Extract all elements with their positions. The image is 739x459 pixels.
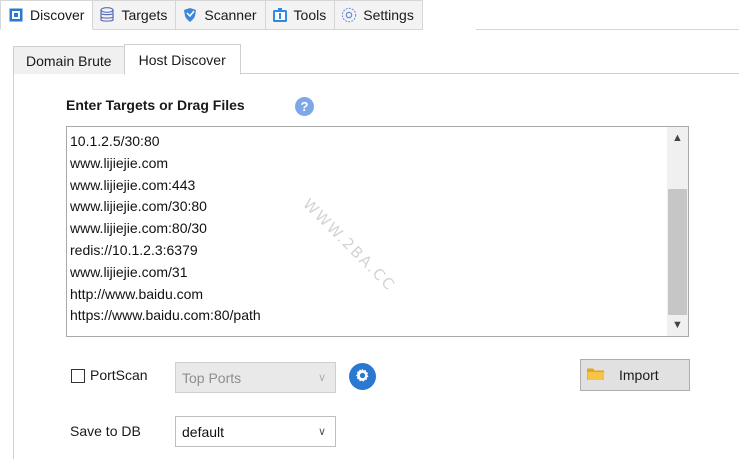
- tab-targets[interactable]: Targets: [93, 0, 177, 30]
- targets-textarea[interactable]: 10.1.2.5/30:80 www.lijiejie.com www.liji…: [66, 126, 689, 337]
- tab-bar-divider: [476, 29, 739, 30]
- import-label: Import: [619, 367, 659, 383]
- target-line: www.lijiejie.com:443: [70, 176, 196, 193]
- discover-square-icon: [8, 7, 24, 23]
- ports-select[interactable]: Top Ports ∨: [175, 362, 336, 393]
- tab-discover-label: Discover: [30, 7, 85, 23]
- tab-scanner[interactable]: Scanner: [176, 0, 266, 30]
- ports-select-value: Top Ports: [182, 369, 242, 386]
- toolbox-icon: [272, 7, 288, 23]
- tab-targets-label: Targets: [121, 7, 168, 23]
- database-icon: [99, 7, 115, 23]
- shield-icon: [182, 7, 198, 23]
- target-line: www.lijiejie.com/30:80: [70, 198, 207, 215]
- scrollbar-thumb[interactable]: [668, 189, 687, 315]
- target-line: 10.1.2.5/30:80: [70, 133, 160, 149]
- sub-tab-bar: Domain Brute Host Discover: [13, 44, 241, 75]
- vertical-scrollbar[interactable]: ▲ ▼: [667, 127, 688, 336]
- tab-tools-label: Tools: [293, 7, 327, 23]
- targets-heading: Enter Targets or Drag Files: [66, 97, 245, 113]
- portscan-checkbox[interactable]: [71, 369, 85, 383]
- chevron-down-icon: ∨: [317, 372, 326, 384]
- tab-discover[interactable]: Discover: [0, 0, 94, 30]
- gear-icon: [355, 368, 370, 386]
- tab-settings-label: Settings: [363, 7, 414, 23]
- help-glyph: ?: [300, 99, 309, 114]
- target-line: redis://10.1.2.3:6379: [70, 241, 198, 258]
- targets-list: 10.1.2.5/30:80 www.lijiejie.com www.liji…: [70, 131, 261, 327]
- chevron-down-icon: ∨: [317, 426, 326, 438]
- tab-host-discover[interactable]: Host Discover: [123, 44, 241, 75]
- db-select[interactable]: default ∨: [175, 416, 336, 447]
- folder-icon: [587, 367, 605, 384]
- target-line: www.lijiejie.com: [70, 154, 169, 171]
- tab-tools[interactable]: Tools: [265, 0, 336, 30]
- target-line: www.lijiejie.com/31: [70, 263, 188, 280]
- settings-gear-icon: [341, 7, 357, 23]
- target-line: www.lijiejie.com:80/30: [70, 220, 207, 237]
- save-to-db-label: Save to DB: [70, 423, 141, 439]
- tab-domain-brute[interactable]: Domain Brute: [13, 46, 125, 74]
- tab-domain-brute-label: Domain Brute: [26, 52, 112, 69]
- tab-scanner-label: Scanner: [204, 7, 257, 23]
- target-line: https://www.baidu.com:80/path: [70, 307, 261, 324]
- db-select-value: default: [182, 423, 225, 440]
- tab-settings[interactable]: Settings: [335, 0, 423, 30]
- tab-host-discover-label: Host Discover: [138, 51, 226, 68]
- import-button[interactable]: Import: [580, 359, 690, 391]
- main-tab-bar: Discover Targets Scanner Tools Settings: [0, 0, 423, 30]
- scroll-up-arrow-icon[interactable]: ▲: [667, 129, 688, 147]
- portscan-label[interactable]: PortScan: [90, 367, 148, 383]
- target-line: http://www.baidu.com: [70, 285, 204, 302]
- scroll-down-arrow-icon[interactable]: ▼: [667, 316, 688, 334]
- port-settings-button[interactable]: [349, 363, 376, 390]
- help-icon[interactable]: ?: [295, 97, 314, 116]
